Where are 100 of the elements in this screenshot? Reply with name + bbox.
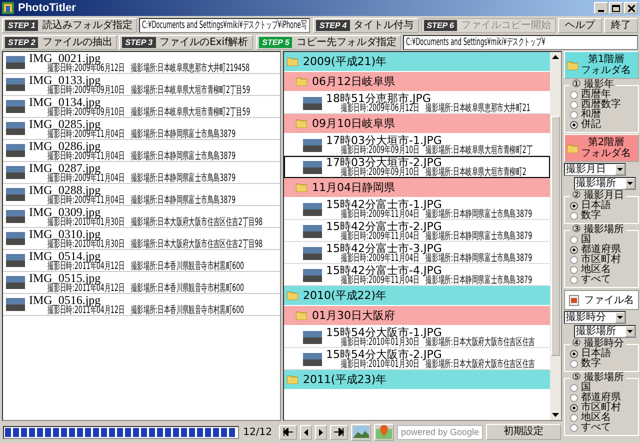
- previous-button[interactable]: [300, 424, 312, 440]
- step-button[interactable]: STEP 2 ファイルの抽出: [2, 35, 118, 50]
- dropdown[interactable]: 撮影月日: [564, 163, 626, 176]
- radio-button[interactable]: [570, 360, 578, 368]
- tree-file-row[interactable]: 17時03分大垣市-1.JPG 撮影日時:2009年09月10日 撮影場所:日本岐阜県大垣市青柳町2丁: [284, 134, 550, 156]
- file-name: 15時42分富士市-3.JPG: [326, 242, 442, 254]
- map-pin-icon: [376, 425, 392, 439]
- date-folder-row[interactable]: 01月30日大阪府: [284, 306, 550, 326]
- radio-option[interactable]: 数字: [570, 359, 638, 369]
- radio-option[interactable]: 西暦年: [570, 90, 638, 100]
- radio-option[interactable]: 地区名: [570, 265, 638, 275]
- radio-button[interactable]: [570, 256, 578, 264]
- radio-button[interactable]: [570, 414, 578, 422]
- folder-path-field[interactable]: C:¥Documents and Settings¥miki¥デスクトップ¥iPhone写: [139, 18, 310, 33]
- photo-view-button[interactable]: [351, 424, 371, 440]
- folder-name: 06月12日岐阜県: [312, 76, 395, 88]
- date-folder-row[interactable]: 11月04日静岡県: [284, 178, 550, 198]
- tree-file-row[interactable]: 15時54分大阪市-1.JPG 撮影日時:2010年01月30日 撮影場所:日本大阪府大阪市住吉区住吉: [284, 326, 550, 348]
- dropdown[interactable]: 撮影場所: [574, 325, 636, 338]
- radio-option[interactable]: 市区町村: [570, 403, 638, 413]
- shot-location: 撮影場所:日本香川県観音寺市村黒町600: [130, 262, 244, 272]
- toolbar-button[interactable]: ヘルプ: [558, 18, 602, 33]
- photo-thumbnail: [303, 202, 322, 216]
- toolbar-button[interactable]: 終了: [604, 18, 638, 33]
- radio-option[interactable]: 併記: [570, 120, 638, 130]
- group-title: ④ 撮影時分: [571, 339, 626, 349]
- shot-location: 撮影場所:日本香川県観音寺市村黒町600: [130, 306, 244, 316]
- year-folder-row[interactable]: 2009(平成21)年: [284, 52, 550, 72]
- shot-location: 撮影場所:日本岐阜県恵那市大井町21: [426, 104, 530, 114]
- radio-button[interactable]: [570, 404, 578, 412]
- dropdown[interactable]: 撮影場所: [574, 177, 636, 190]
- folder-path-field[interactable]: C:¥Documents and Settings¥miki¥デスクトップ¥: [403, 35, 638, 50]
- radio-button[interactable]: [570, 276, 578, 284]
- radio-button[interactable]: [570, 111, 578, 119]
- photo-thumbnail: [303, 352, 322, 366]
- radio-option[interactable]: 市区町村: [570, 255, 638, 265]
- next-button[interactable]: [315, 424, 327, 440]
- radio-option[interactable]: 国: [570, 235, 638, 245]
- radio-button[interactable]: [570, 101, 578, 109]
- radio-option[interactable]: 数字: [570, 211, 638, 221]
- folder-level-button[interactable]: 第2階層 フォルダ名: [564, 134, 639, 162]
- shot-location: 撮影場所:日本静岡県富士市鳥島3879: [426, 232, 532, 242]
- radio-button[interactable]: [570, 121, 578, 129]
- shot-date: 撮影日時:2011年04月12日: [48, 262, 125, 272]
- date-folder-row[interactable]: 06月12日岐阜県: [284, 72, 550, 92]
- radio-button[interactable]: [570, 424, 578, 432]
- radio-option[interactable]: 都道府県: [570, 245, 638, 255]
- radio-option[interactable]: 日本語: [570, 349, 638, 359]
- tree-file-row[interactable]: 15時42分富士市-3.JPG 撮影日時:2009年11月04日 撮影場所:日本静岡県富士市鳥島3879: [284, 242, 550, 264]
- year-folder-row[interactable]: 2011(平成23)年: [284, 370, 550, 390]
- radio-button[interactable]: [570, 236, 578, 244]
- file-name: 15時54分大阪市-2.JPG: [326, 348, 442, 360]
- scrollbar[interactable]: [550, 52, 561, 420]
- radio-option[interactable]: 日本語: [570, 201, 638, 211]
- radio-button[interactable]: [570, 202, 578, 210]
- last-page-button[interactable]: [330, 424, 348, 440]
- shot-location: 撮影場所:日本静岡県富士市鳥島3879: [130, 152, 236, 162]
- photo-thumbnail: [6, 122, 25, 135]
- step-button[interactable]: STEP 3 ファイルのExif解析: [119, 35, 254, 50]
- radio-button[interactable]: [570, 246, 578, 254]
- photo-thumbnail: [6, 298, 25, 311]
- tree-file-row[interactable]: 17時03分大垣市-2.JPG 撮影日時:2009年09月10日 撮影場所:日本岐阜県大垣市青柳町2: [284, 156, 550, 178]
- step-button[interactable]: STEP 4 タイトル付与: [313, 18, 419, 33]
- radio-option[interactable]: 都道府県: [570, 393, 638, 403]
- reset-button[interactable]: 初期設定: [486, 424, 561, 440]
- first-page-button[interactable]: [279, 424, 297, 440]
- radio-button[interactable]: [570, 350, 578, 358]
- photo-thumbnail: [303, 138, 322, 152]
- year-folder-row[interactable]: 2010(平成22)年: [284, 286, 550, 306]
- radio-option[interactable]: すべて: [570, 275, 638, 285]
- map-view-button[interactable]: [374, 424, 394, 440]
- minimize-button[interactable]: [594, 2, 608, 14]
- radio-button[interactable]: [570, 91, 578, 99]
- photo-thumbnail: [6, 100, 25, 113]
- date-folder-row[interactable]: 09月10日岐阜県: [284, 114, 550, 134]
- file-name: IMG_0133.jpg: [29, 74, 101, 86]
- group-title: ③ 撮影場所: [571, 225, 626, 235]
- radio-option[interactable]: 和暦: [570, 110, 638, 120]
- radio-button[interactable]: [570, 394, 578, 402]
- shot-date: 撮影日時:2011年04月12日: [48, 284, 125, 294]
- radio-button[interactable]: [570, 266, 578, 274]
- step-button[interactable]: STEP 5 コピー先フォルダ指定: [256, 35, 402, 50]
- radio-button[interactable]: [570, 384, 578, 392]
- maximize-button[interactable]: [609, 2, 623, 14]
- tree-file-row[interactable]: 15時42分富士市-1.JPG 撮影日時:2009年11月04日 撮影場所:日本静岡県富士市鳥島3879: [284, 198, 550, 220]
- radio-option[interactable]: 西暦数字: [570, 100, 638, 110]
- close-button[interactable]: [624, 2, 638, 14]
- step-button[interactable]: STEP 1 読込みフォルダ指定: [2, 18, 138, 33]
- radio-option[interactable]: すべて: [570, 423, 638, 433]
- file-name-button[interactable]: ファイル名: [564, 290, 639, 310]
- photo-thumbnail: [6, 144, 25, 157]
- photo-thumbnail: [303, 330, 322, 344]
- file-name: 15時42分富士市-1.JPG: [326, 198, 442, 210]
- radio-option[interactable]: 国: [570, 383, 638, 393]
- folder-level-button[interactable]: 第1階層 フォルダ名: [564, 51, 639, 79]
- radio-option[interactable]: 地区名: [570, 413, 638, 423]
- tree-file-row[interactable]: 15時42分富士市-2.JPG 撮影日時:2009年11月04日 撮影場所:日本静岡県富士市鳥島3879: [284, 220, 550, 242]
- shot-date: 撮影日時:2010年01月30日: [341, 360, 420, 370]
- radio-button[interactable]: [570, 212, 578, 220]
- dropdown[interactable]: 撮影時分: [564, 311, 626, 324]
